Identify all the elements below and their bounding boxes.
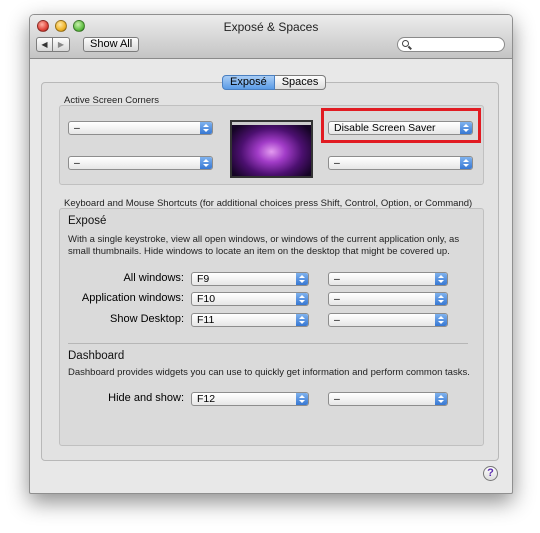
- popup-arrows-icon: [296, 393, 308, 405]
- application-windows-key-value: F10: [197, 293, 216, 305]
- all-windows-label: All windows:: [123, 272, 184, 284]
- corner-bottom-left-value: –: [74, 157, 80, 169]
- forward-arrow-icon: ▶: [57, 40, 65, 49]
- show-desktop-mouse-value: –: [334, 314, 340, 326]
- back-button[interactable]: ◀: [36, 37, 53, 52]
- help-button[interactable]: ?: [483, 466, 498, 481]
- window-title: Exposé & Spaces: [223, 20, 319, 34]
- hide-and-show-key-value: F12: [197, 393, 216, 405]
- popup-arrows-icon: [200, 122, 212, 134]
- preferences-window: Exposé & Spaces ◀ ▶ Show All Exposé Spac…: [29, 14, 513, 494]
- show-all-button[interactable]: Show All: [83, 37, 140, 52]
- show-desktop-key-popup[interactable]: F11: [191, 313, 309, 327]
- section-divider: [68, 343, 468, 344]
- nav-buttons: ◀ ▶: [36, 37, 70, 52]
- back-arrow-icon: ◀: [41, 40, 48, 49]
- tab-expose[interactable]: Exposé: [222, 75, 275, 90]
- tab-spaces[interactable]: Spaces: [274, 75, 327, 90]
- all-windows-mouse-popup[interactable]: –: [328, 272, 448, 286]
- highlight-box: [321, 108, 481, 143]
- hide-and-show-label: Hide and show:: [108, 392, 184, 404]
- show-desktop-label: Show Desktop:: [110, 313, 184, 325]
- dashboard-heading: Dashboard: [68, 350, 125, 362]
- corner-bottom-right-value: –: [334, 157, 340, 169]
- help-icon: ?: [487, 467, 494, 479]
- popup-arrows-icon: [460, 157, 472, 169]
- desktop-preview-image: [230, 120, 313, 178]
- application-windows-mouse-value: –: [334, 293, 340, 305]
- popup-arrows-icon: [296, 314, 308, 326]
- application-windows-mouse-popup[interactable]: –: [328, 292, 448, 306]
- hide-and-show-mouse-popup[interactable]: –: [328, 392, 448, 406]
- corner-bottom-left-popup[interactable]: –: [68, 156, 213, 170]
- corner-top-left-value: –: [74, 122, 80, 134]
- search-field[interactable]: [397, 37, 505, 52]
- dashboard-description: Dashboard provides widgets you can use t…: [68, 367, 470, 378]
- popup-arrows-icon: [435, 293, 447, 305]
- all-windows-mouse-value: –: [334, 273, 340, 285]
- all-windows-key-popup[interactable]: F9: [191, 272, 309, 286]
- popup-arrows-icon: [296, 293, 308, 305]
- application-windows-key-popup[interactable]: F10: [191, 292, 309, 306]
- popup-arrows-icon: [200, 157, 212, 169]
- hide-and-show-key-popup[interactable]: F12: [191, 392, 309, 406]
- show-desktop-key-value: F11: [197, 314, 215, 326]
- popup-arrows-icon: [435, 314, 447, 326]
- all-windows-key-value: F9: [197, 273, 210, 285]
- corner-bottom-right-popup[interactable]: –: [328, 156, 473, 170]
- application-windows-label: Application windows:: [81, 292, 184, 304]
- expose-description: With a single keystroke, view all open w…: [68, 234, 460, 257]
- forward-button[interactable]: ▶: [53, 37, 70, 52]
- title-bar: Exposé & Spaces ◀ ▶ Show All: [30, 15, 512, 59]
- hide-and-show-mouse-value: –: [334, 393, 340, 405]
- popup-arrows-icon: [435, 393, 447, 405]
- popup-arrows-icon: [435, 273, 447, 285]
- expose-heading: Exposé: [68, 215, 107, 227]
- show-desktop-mouse-popup[interactable]: –: [328, 313, 448, 327]
- popup-arrows-icon: [296, 273, 308, 285]
- search-icon: [402, 40, 409, 47]
- corner-top-left-popup[interactable]: –: [68, 121, 213, 135]
- tab-bar: Exposé Spaces: [222, 75, 327, 90]
